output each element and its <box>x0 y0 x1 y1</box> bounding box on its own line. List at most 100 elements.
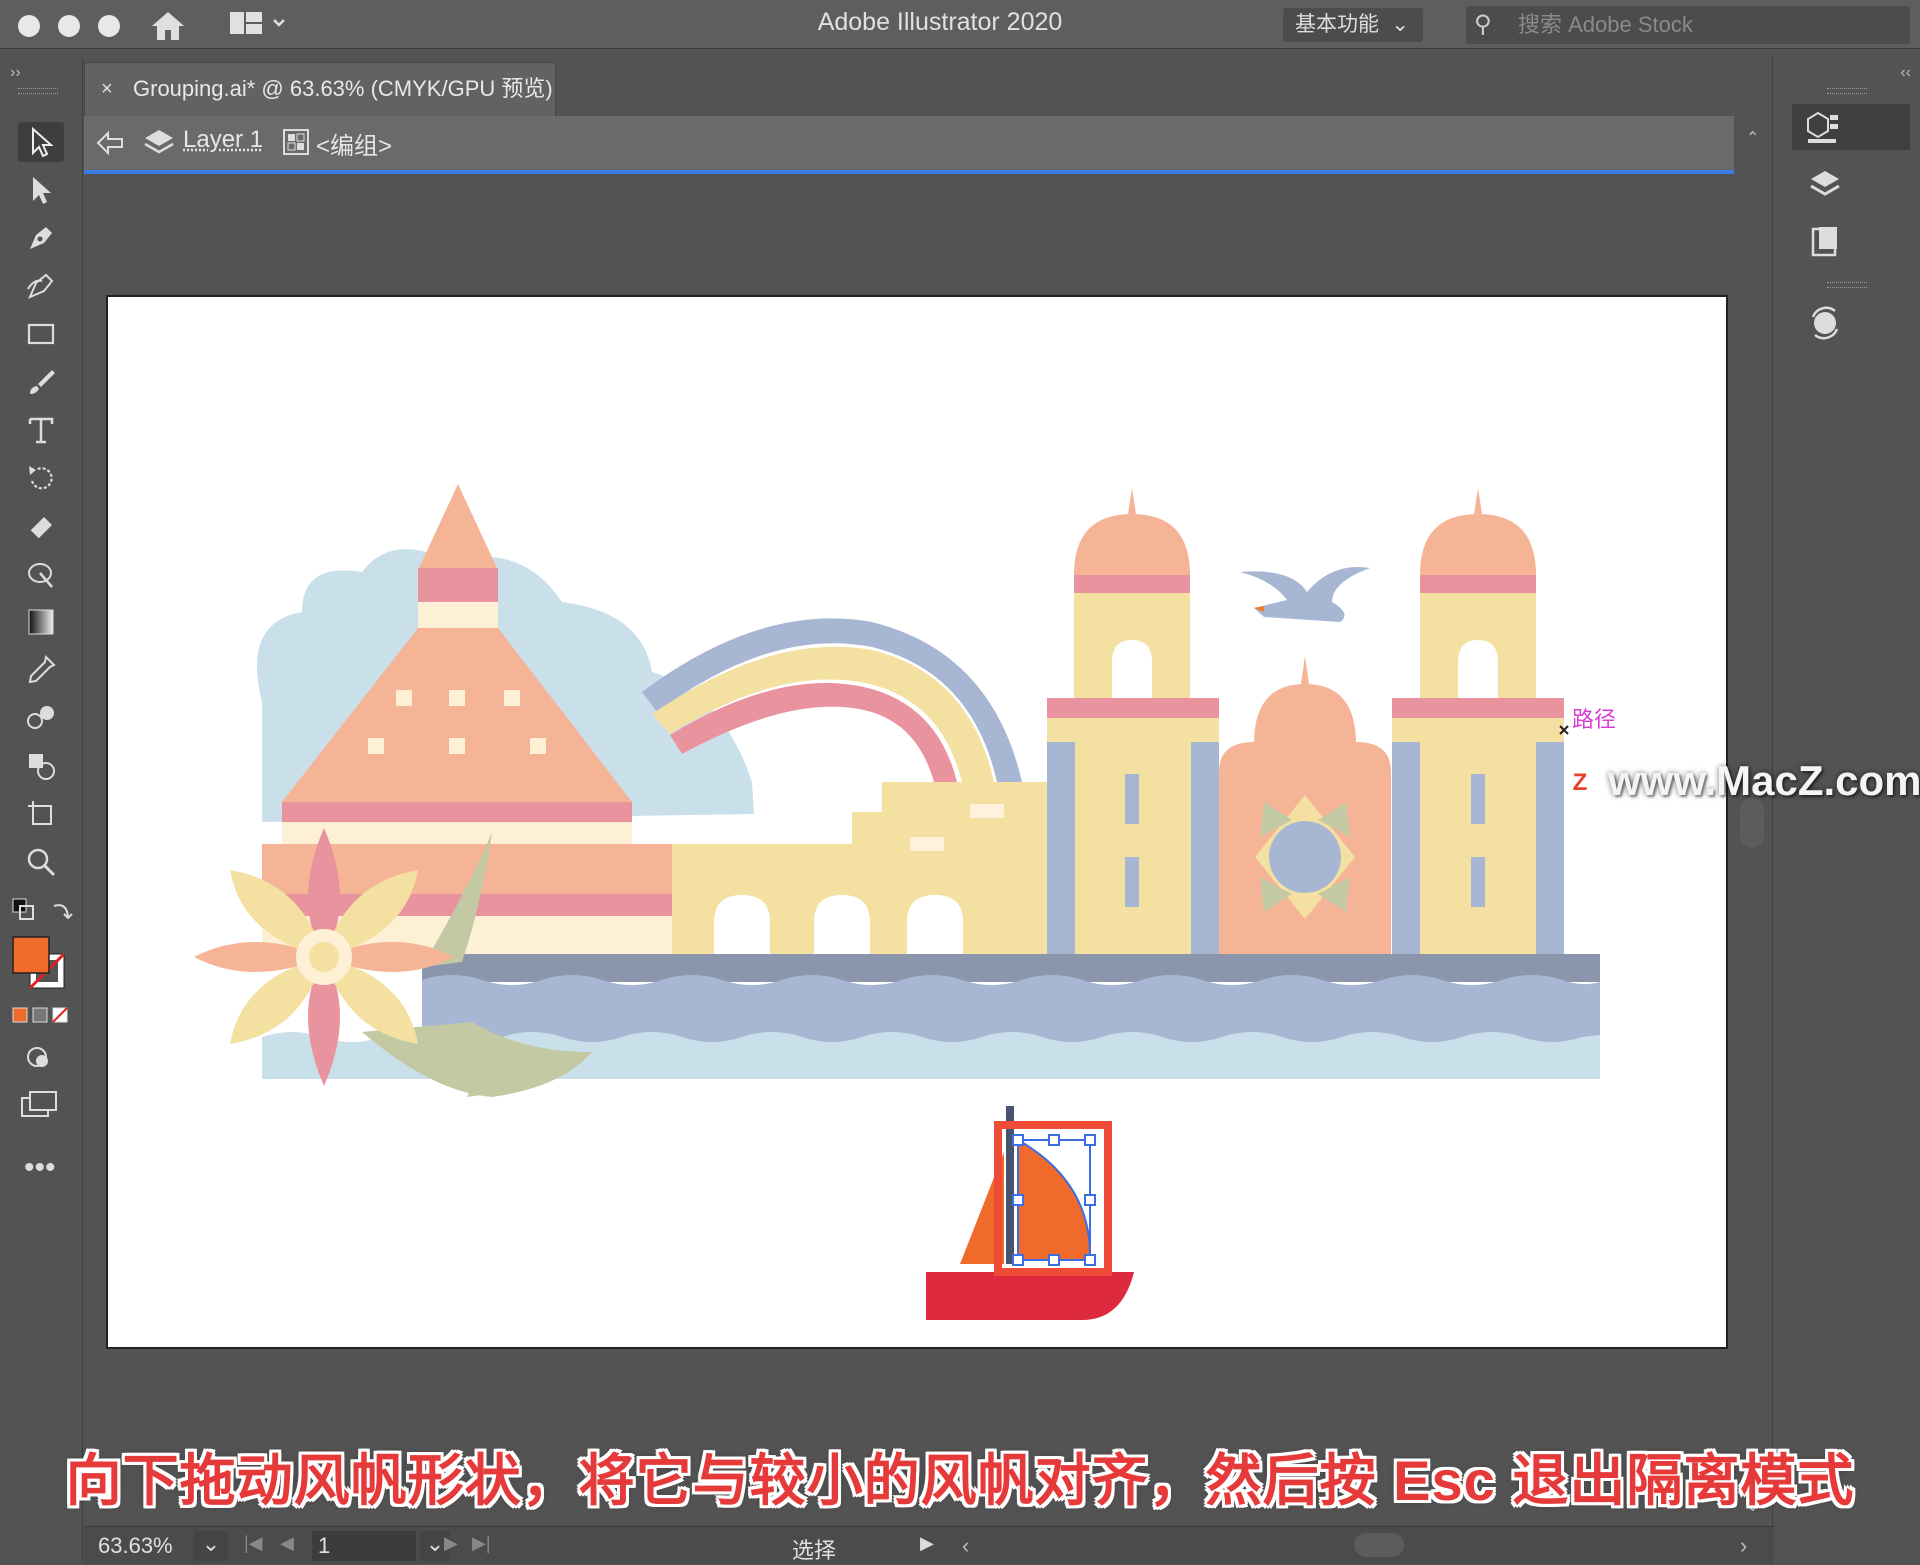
right-tower-pillar <box>1392 742 1420 960</box>
collapse-panel-icon[interactable]: ›› <box>10 64 21 82</box>
wall-window <box>910 837 944 851</box>
center-dome <box>1254 684 1356 744</box>
layers-panel-icon[interactable] <box>1792 162 1858 208</box>
fill-stroke-swatches[interactable] <box>12 936 70 994</box>
right-tower-slot <box>1471 774 1485 824</box>
status-menu-arrow-icon[interactable]: ▶ <box>920 1533 934 1554</box>
document-tab-title: Grouping.ai* @ 63.63% (CMYK/GPU 预览) <box>133 76 553 101</box>
boat-hull <box>926 1272 1134 1320</box>
right-tower-spire <box>1474 488 1482 514</box>
app-title: Adobe Illustrator 2020 <box>817 8 1063 36</box>
right-tower-pillar <box>1536 742 1564 960</box>
screen-mode-icon[interactable] <box>20 1090 60 1120</box>
scroll-up-icon[interactable]: ⌃ <box>1746 128 1759 148</box>
arrange-documents-icon[interactable] <box>228 10 290 40</box>
center-spire <box>1301 656 1309 684</box>
layers-icon <box>142 126 176 158</box>
artboard[interactable] <box>106 295 1728 1349</box>
arch-opening <box>907 895 963 960</box>
blend-tool-icon[interactable] <box>18 698 64 738</box>
wall-window <box>970 804 1004 818</box>
current-tool-status: 选择 <box>791 1538 836 1563</box>
panel-grip[interactable] <box>1827 88 1867 94</box>
next-artboard-icon[interactable]: ▶ <box>444 1533 458 1554</box>
previous-artboard-icon[interactable]: ◀ <box>280 1533 294 1554</box>
right-panel-dock: ‹‹ <box>1772 58 1920 1563</box>
chevron-down-icon: ⌄ <box>1391 13 1409 36</box>
smart-guide-label: 路径 <box>1572 707 1617 732</box>
direct-selection-tool-icon[interactable] <box>18 170 64 210</box>
left-tower-band <box>1047 698 1219 718</box>
minimize-window-button[interactable] <box>58 15 80 37</box>
shape-builder-tool-icon[interactable] <box>18 746 64 786</box>
flower-center-dot <box>309 942 339 972</box>
home-icon[interactable] <box>148 8 188 42</box>
rotate-tool-icon[interactable] <box>18 458 64 498</box>
swap-fill-stroke-icon[interactable] <box>50 898 74 922</box>
zoom-dropdown-icon[interactable]: ⌄ <box>194 1531 228 1561</box>
workspace-label: 基本功能 <box>1295 13 1379 36</box>
drawing-mode-icon[interactable] <box>22 1042 56 1072</box>
libraries-panel-icon[interactable] <box>1792 218 1858 264</box>
horizontal-scrollbar[interactable]: ‹ › <box>954 1527 1774 1564</box>
left-tower-slot <box>1125 857 1139 907</box>
pen-tool-icon[interactable] <box>18 218 64 258</box>
illustration-artwork[interactable] <box>108 297 1726 1347</box>
horizontal-scroll-thumb[interactable] <box>1354 1533 1404 1557</box>
selection-tool-icon[interactable] <box>18 122 64 162</box>
scroll-right-icon[interactable]: › <box>1740 1533 1747 1559</box>
curvature-tool-icon[interactable] <box>18 266 64 306</box>
last-artboard-icon[interactable]: ▶| <box>472 1533 491 1554</box>
workspace-switcher[interactable]: 基本功能 ⌄ <box>1283 8 1423 42</box>
left-tower-band <box>1074 575 1190 593</box>
width-tool-icon[interactable] <box>18 554 64 594</box>
stock-search-placeholder: 搜索 Adobe Stock <box>1518 12 1693 37</box>
pyramid-band-cream <box>282 822 632 844</box>
maximize-window-button[interactable] <box>98 15 120 37</box>
right-tower-dome <box>1420 514 1536 575</box>
left-tower-slot <box>1125 774 1139 824</box>
type-tool-icon[interactable] <box>18 410 64 450</box>
zoom-tool-icon[interactable] <box>18 842 64 882</box>
artboard-number: 1 <box>318 1533 331 1558</box>
group-icon <box>282 128 310 156</box>
pyramid-window <box>449 738 465 754</box>
right-tower-window <box>1458 640 1498 698</box>
left-tower-spire <box>1128 488 1136 514</box>
eraser-tool-icon[interactable] <box>18 506 64 546</box>
panel-grip[interactable] <box>18 88 58 94</box>
pyramid-window <box>449 690 465 706</box>
vertical-scrollbar[interactable]: ⌃ ⌄ <box>1738 118 1768 1522</box>
right-tower-slot <box>1471 857 1485 907</box>
vertical-scroll-thumb[interactable] <box>1740 798 1764 848</box>
stock-search-input[interactable]: ⚲ 搜索 Adobe Stock <box>1466 6 1910 44</box>
scroll-left-icon[interactable]: ‹ <box>962 1533 969 1559</box>
paintbrush-tool-icon[interactable] <box>18 362 64 402</box>
video-subtitle: 向下拖动风帆形状，将它与较小的风帆对齐，然后按 Esc 退出隔离模式 <box>65 1449 1855 1512</box>
watermark-badge: Z <box>1565 768 1595 798</box>
zoom-level-field[interactable]: 63.63% <box>98 1533 173 1559</box>
search-icon: ⚲ <box>1474 11 1492 38</box>
properties-panel-icon[interactable] <box>1792 104 1910 150</box>
close-tab-icon[interactable]: × <box>101 63 113 115</box>
back-arrow-icon[interactable] <box>94 128 126 158</box>
sync-panel-icon[interactable] <box>1792 300 1858 346</box>
expand-panels-icon[interactable]: ‹‹ <box>1900 64 1911 82</box>
isolation-layer-link[interactable]: Layer 1 <box>183 126 263 154</box>
first-artboard-icon[interactable]: |◀ <box>244 1533 263 1554</box>
document-tab[interactable]: × Grouping.ai* @ 63.63% (CMYK/GPU 预览) <box>84 62 556 116</box>
right-tower-band <box>1392 698 1564 718</box>
gradient-tool-icon[interactable] <box>18 602 64 642</box>
pyramid-window <box>530 738 546 754</box>
rectangle-tool-icon[interactable] <box>18 314 64 354</box>
close-window-button[interactable] <box>18 15 40 37</box>
eyedropper-tool-icon[interactable] <box>18 650 64 690</box>
color-mode-buttons[interactable] <box>12 1006 70 1024</box>
pyramid-window <box>396 690 412 706</box>
artboard-tool-icon[interactable] <box>18 794 64 834</box>
artboard-number-field[interactable]: 1 ⌄ <box>312 1531 450 1561</box>
default-fill-stroke-icon[interactable] <box>12 898 36 922</box>
edit-toolbar-icon[interactable]: ••• <box>24 1153 56 1183</box>
status-bar: 63.63% ⌄ |◀ ◀ 1 ⌄ ▶ ▶| 选择 ▶ ‹ › <box>84 1526 1774 1564</box>
panel-grip[interactable] <box>1827 282 1867 288</box>
